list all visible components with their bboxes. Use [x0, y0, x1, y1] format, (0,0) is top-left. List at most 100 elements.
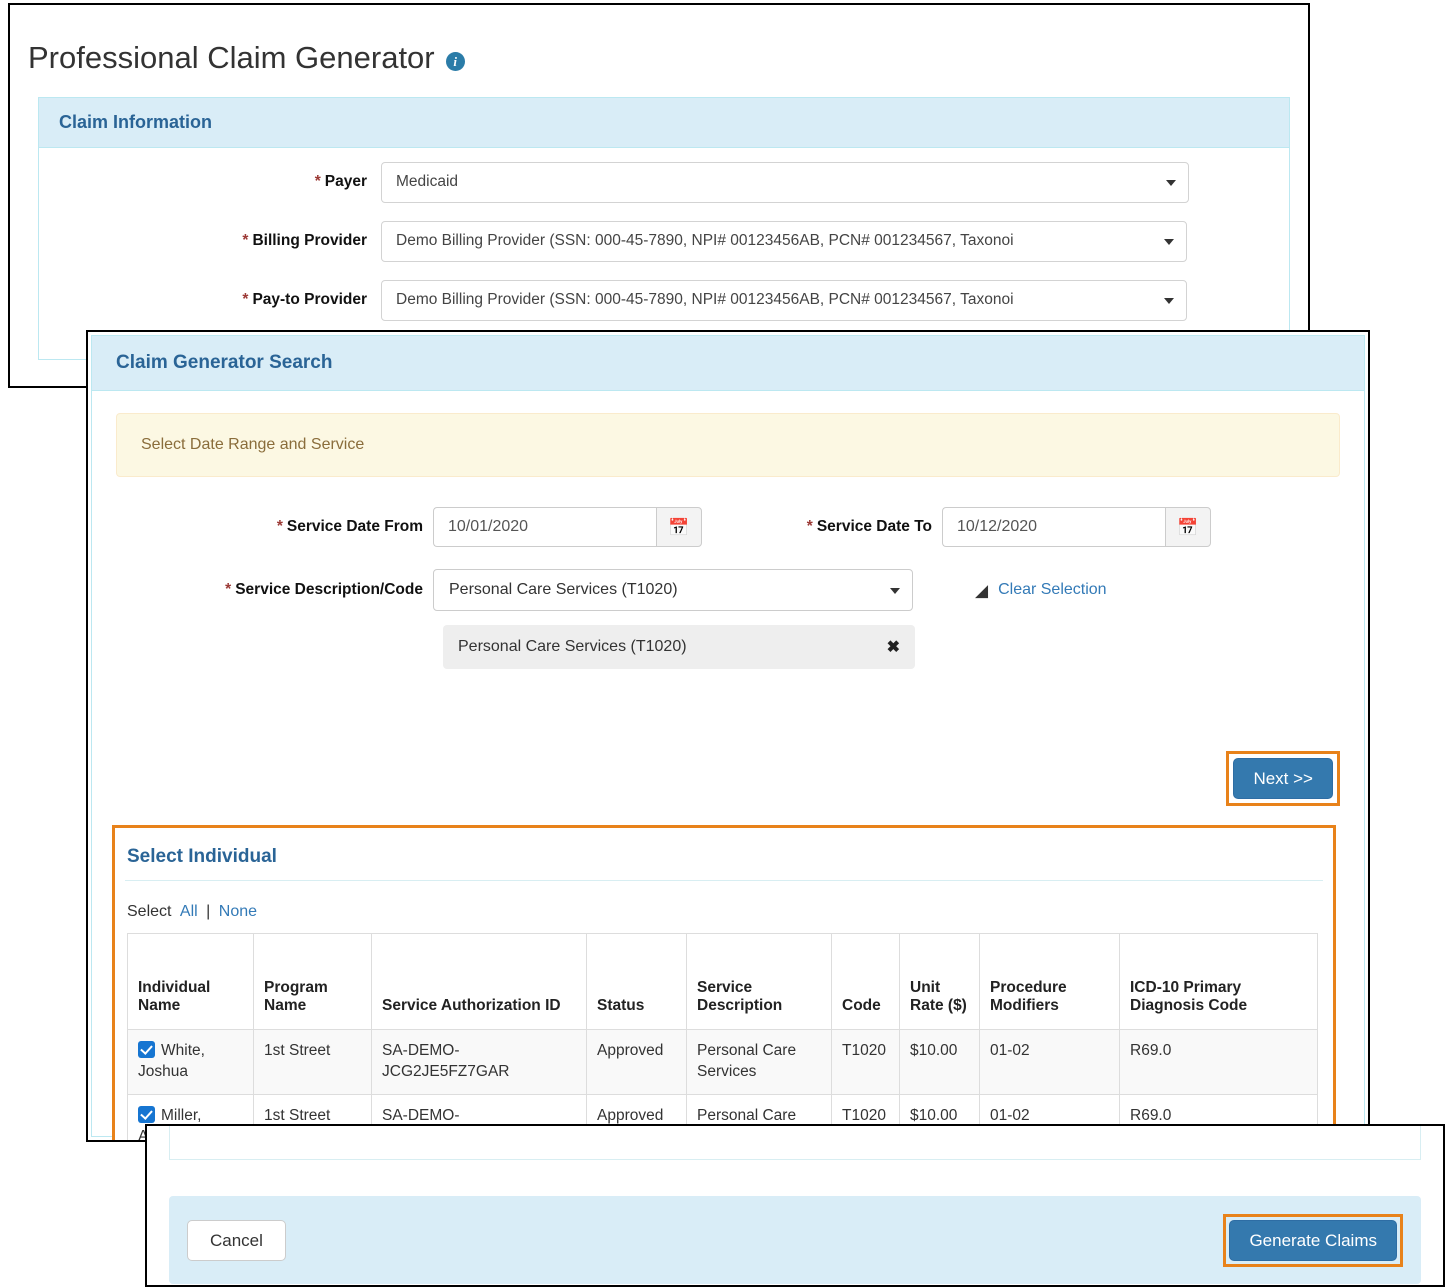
service-description-label: * Service Description/Code [116, 581, 433, 599]
footer-action-bar: Cancel Generate Claims [169, 1196, 1421, 1284]
payer-label: * Payer [59, 173, 381, 191]
service-description-required-asterisk: * [225, 581, 232, 598]
service-date-row: * Service Date From 10/01/2020 📅 * Service… [116, 507, 1340, 547]
service-date-to-input[interactable]: 10/12/2020 [942, 507, 1165, 547]
clear-selection-label: Clear Selection [998, 581, 1107, 598]
chevron-down-icon [1166, 180, 1176, 187]
generate-claims-highlight: Generate Claims [1223, 1213, 1403, 1267]
cell-service-description: Personal Care Services [686, 1029, 832, 1095]
billing-provider-row: * Billing Provider Demo Billing Provider … [59, 220, 1269, 262]
service-date-from-input[interactable]: 10/01/2020 [433, 507, 656, 547]
cell-individual-name: White, Joshua [127, 1029, 254, 1095]
service-date-to-required-asterisk: * [806, 518, 813, 535]
next-button[interactable]: Next >> [1233, 758, 1333, 799]
eraser-icon: ◢ [975, 580, 989, 600]
close-icon[interactable]: ✖ [887, 637, 900, 657]
calendar-icon: 📅 [668, 517, 690, 537]
select-none-link[interactable]: None [219, 903, 257, 920]
chevron-down-icon [890, 588, 900, 594]
column-header-procedure-modifiers: Procedure Modifiers [979, 933, 1120, 1030]
next-button-highlight: Next >> [1226, 751, 1340, 806]
select-date-range-alert: Select Date Range and Service [116, 413, 1340, 477]
row-checkbox[interactable] [138, 1041, 155, 1058]
select-all-link[interactable]: All [180, 903, 198, 920]
column-header-status: Status [586, 933, 687, 1030]
service-description-select[interactable]: Personal Care Services (T1020) [433, 569, 913, 611]
selected-service-chip-label: Personal Care Services (T1020) [458, 638, 687, 655]
claim-information-heading: Claim Information [39, 97, 1289, 148]
column-header-code: Code [831, 933, 900, 1030]
payer-select[interactable]: Medicaid [381, 161, 1189, 203]
service-date-to-label-text: Service Date To [816, 518, 932, 535]
column-header-program-name: Program Name [253, 933, 372, 1030]
chevron-down-icon [1164, 239, 1174, 246]
cell-code: T1020 [831, 1029, 900, 1095]
billing-provider-required-asterisk: * [242, 232, 249, 250]
generate-claims-button[interactable]: Generate Claims [1229, 1219, 1397, 1261]
cancel-button[interactable]: Cancel [187, 1219, 286, 1261]
pay-to-provider-required-asterisk: * [242, 291, 249, 309]
payer-label-text: Payer [324, 173, 367, 191]
payer-value: Medicaid [396, 173, 459, 191]
claim-generator-search-modal: Claim Generator Search Select Date Range… [86, 330, 1370, 1142]
payer-required-asterisk: * [314, 173, 321, 191]
info-icon[interactable]: i [445, 52, 465, 72]
footer-dialog-window: Cancel Generate Claims [145, 1124, 1445, 1287]
select-all-none-controls: Select All | None [115, 903, 1333, 921]
service-date-from-label: * Service Date From [116, 518, 433, 536]
column-header-icd10: ICD-10 Primary Diagnosis Code [1119, 933, 1318, 1030]
pay-to-provider-row: * Pay-to Provider Demo Billing Provider (… [59, 279, 1269, 321]
select-links-separator: | [206, 903, 211, 920]
billing-provider-value: Demo Billing Provider (SSN: 000-45-7890,… [396, 232, 1014, 250]
service-date-to-group: 10/12/2020 📅 [942, 507, 1211, 547]
payer-row: * Payer Medicaid [59, 161, 1269, 203]
service-date-from-group: 10/01/2020 📅 [433, 507, 702, 547]
cell-status: Approved [586, 1029, 687, 1095]
pay-to-provider-label-text: Pay-to Provider [252, 291, 367, 309]
pay-to-provider-select[interactable]: Demo Billing Provider (SSN: 000-45-7890,… [381, 279, 1187, 321]
cell-service-authorization-id: SA-DEMO-JCG2JE5FZ7GAR [371, 1029, 587, 1095]
cell-program-name: 1st Street [253, 1029, 372, 1095]
selected-service-chip: Personal Care Services (T1020) ✖ [443, 625, 915, 669]
cell-unit-rate: $10.00 [899, 1029, 980, 1095]
service-description-label-text: Service Description/Code [235, 581, 423, 598]
column-header-individual-name: Individual Name [127, 933, 254, 1030]
claim-information-panel: Claim Information * Payer Medicaid * Billi… [38, 96, 1290, 360]
modal-body: Select Date Range and Service * Service D… [92, 391, 1364, 1140]
individuals-table: Individual Name Program Name Service Aut… [127, 933, 1318, 1140]
billing-provider-select[interactable]: Demo Billing Provider (SSN: 000-45-7890,… [381, 220, 1187, 262]
footer-panel-fragment [169, 1126, 1421, 1160]
page-title-text: Professional Claim Generator [28, 39, 435, 75]
modal-inner-panel: Claim Generator Search Select Date Range… [91, 335, 1365, 1140]
column-header-service-description: Service Description [686, 933, 832, 1030]
calendar-icon: 📅 [1177, 517, 1199, 537]
table-header-row: Individual Name Program Name Service Aut… [127, 933, 1318, 1030]
service-date-from-calendar-button[interactable]: 📅 [656, 507, 702, 547]
modal-title: Claim Generator Search [92, 336, 1364, 391]
select-individual-title: Select Individual [127, 846, 277, 867]
row-checkbox[interactable] [138, 1105, 155, 1123]
cell-icd10: R69.0 [1119, 1029, 1318, 1095]
table-row: White, Joshua 1st Street SA-DEMO-JCG2JE5… [127, 1029, 1318, 1095]
service-description-value: Personal Care Services (T1020) [449, 581, 678, 598]
service-date-from-required-asterisk: * [276, 518, 283, 535]
column-header-service-authorization-id: Service Authorization ID [371, 933, 587, 1030]
select-individual-section: Select Individual Select All | None Indi… [112, 825, 1336, 1140]
column-header-unit-rate: Unit Rate ($) [899, 933, 980, 1030]
billing-provider-label: * Billing Provider [59, 232, 381, 250]
service-description-row: * Service Description/Code Personal Care … [116, 569, 1340, 611]
service-date-from-label-text: Service Date From [286, 518, 423, 535]
service-date-to-calendar-button[interactable]: 📅 [1165, 507, 1211, 547]
select-prefix-label: Select [127, 903, 172, 920]
service-date-to-label: * Service Date To [702, 518, 942, 536]
claim-information-body: * Payer Medicaid * Billing Provider Demo B… [39, 148, 1289, 359]
chevron-down-icon [1164, 298, 1174, 305]
pay-to-provider-label: * Pay-to Provider [59, 291, 381, 309]
clear-selection-link[interactable]: ◢ Clear Selection [975, 581, 1107, 599]
billing-provider-label-text: Billing Provider [252, 232, 367, 250]
cell-procedure-modifiers: 01-02 [979, 1029, 1120, 1095]
screenshot-root: Professional Claim Generator i Claim Inf… [0, 0, 1456, 1288]
pay-to-provider-value: Demo Billing Provider (SSN: 000-45-7890,… [396, 291, 1014, 309]
divider [125, 880, 1323, 881]
page-title: Professional Claim Generator i [10, 26, 1308, 76]
